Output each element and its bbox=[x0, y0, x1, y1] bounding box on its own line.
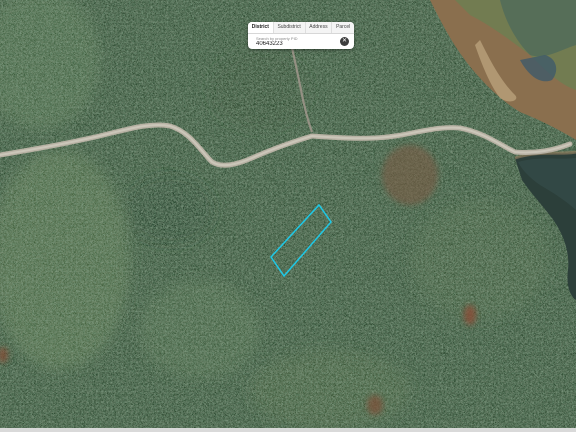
tab-subdistrict[interactable]: Subdistrict bbox=[274, 22, 306, 33]
search-field-container: Search by property PID ✕ bbox=[248, 34, 354, 49]
search-mode-tabs: District Subdistrict Address Parcel bbox=[248, 22, 354, 34]
tab-parcel[interactable]: Parcel bbox=[332, 22, 354, 33]
tab-address[interactable]: Address bbox=[306, 22, 333, 33]
map-bottom-border bbox=[0, 428, 576, 432]
satellite-map[interactable] bbox=[0, 0, 576, 432]
close-icon[interactable]: ✕ bbox=[340, 37, 349, 46]
tab-district[interactable]: District bbox=[248, 22, 274, 33]
pid-search-input[interactable] bbox=[256, 41, 326, 47]
map-viewport[interactable]: District Subdistrict Address Parcel Sear… bbox=[0, 0, 576, 432]
property-search-panel: District Subdistrict Address Parcel Sear… bbox=[248, 22, 354, 49]
